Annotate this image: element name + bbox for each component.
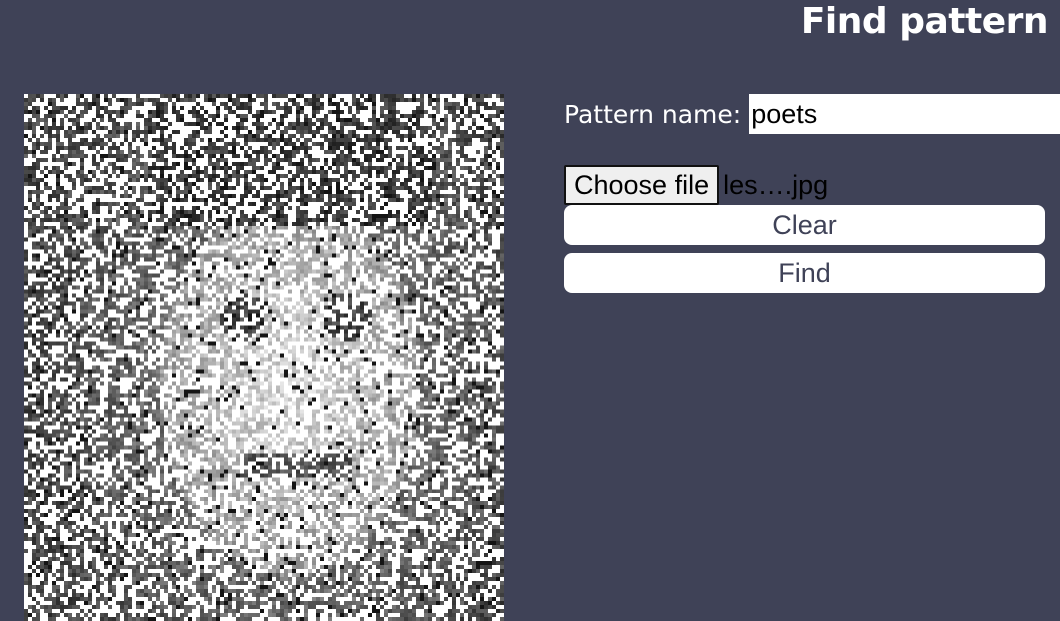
pattern-name-row: Pattern name: [564,94,1060,134]
noisy-portrait-image [24,94,504,621]
pattern-form: Pattern name: Choose file les….jpg Clear… [564,94,1060,293]
page-title: Find pattern [800,1,1049,42]
find-button[interactable]: Find [564,253,1045,293]
find-pattern-page: Find pattern Pattern name: Choose file l… [0,0,1060,621]
selected-file-name: les….jpg [723,169,829,200]
pattern-name-label: Pattern name: [564,99,742,129]
file-picker: Choose file les….jpg [564,164,1045,206]
clear-button[interactable]: Clear [564,205,1045,245]
pattern-image-preview [24,94,504,621]
pattern-name-input[interactable] [749,94,1060,134]
choose-file-button[interactable]: Choose file [564,165,720,205]
